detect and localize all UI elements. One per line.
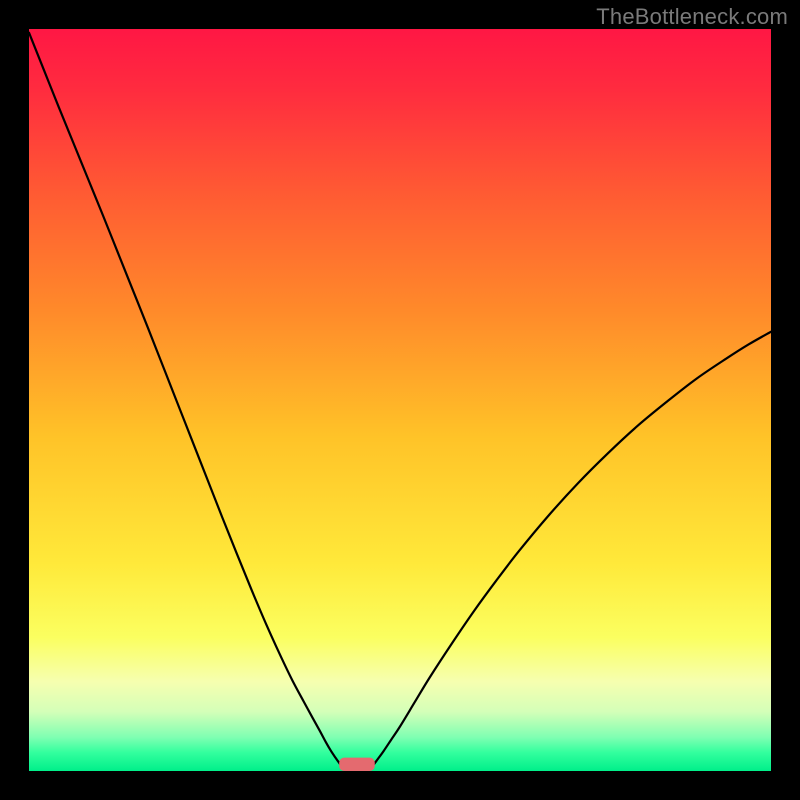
chart-svg — [29, 29, 771, 771]
gradient-background — [29, 29, 771, 771]
bottleneck-marker — [339, 758, 375, 771]
watermark-text: TheBottleneck.com — [596, 4, 788, 30]
chart-frame: TheBottleneck.com — [0, 0, 800, 800]
plot-area — [29, 29, 771, 771]
